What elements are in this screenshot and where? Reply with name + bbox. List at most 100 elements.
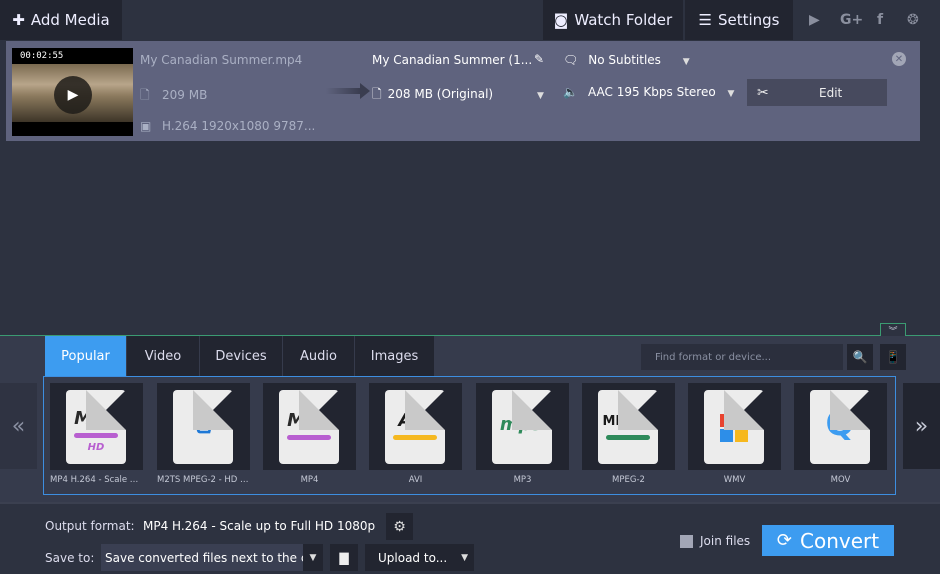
format-item[interactable]: ᗺ M2TS MPEG-2 - HD 7... <box>157 383 250 491</box>
video-thumbnail[interactable]: 00:02:55 ▶ <box>12 48 133 136</box>
format-label: MPEG-2 <box>612 475 645 485</box>
tab-popular[interactable]: Popular <box>45 336 126 376</box>
format-tile: mp3 <box>476 383 569 470</box>
film-reel-icon[interactable]: ❂ <box>907 12 919 28</box>
scissors-icon: ✂ <box>757 84 769 101</box>
format-tile: AVI <box>369 383 462 470</box>
audio-value: AAC 195 Kbps Stereo <box>587 85 716 99</box>
scroll-right-button[interactable]: » <box>903 383 940 469</box>
format-settings-button[interactable]: ⚙ <box>386 513 413 540</box>
format-tabs: Popular Video Devices Audio Images <box>45 336 435 376</box>
mp4-hd-icon: MP4 HD <box>66 390 126 464</box>
output-filename[interactable]: My Canadian Summer (1... <box>372 53 532 67</box>
refresh-icon: ⟳ <box>776 530 792 551</box>
browse-folder-button[interactable]: ▇ <box>330 544 358 571</box>
format-label: M2TS MPEG-2 - HD 7... <box>157 475 250 485</box>
detect-device-button[interactable]: 📱 <box>880 344 906 370</box>
format-tile: Q <box>794 383 887 470</box>
settings-button[interactable]: ☰ Settings <box>685 0 793 40</box>
edit-button[interactable]: ✂ Edit <box>747 79 887 106</box>
speaker-icon: 🔈 <box>563 85 578 99</box>
scroll-left-button[interactable]: « <box>0 383 37 469</box>
mp3-icon: mp3 <box>492 390 552 464</box>
format-label: MP4 <box>300 475 319 485</box>
convert-button[interactable]: ⟳ Convert <box>762 525 894 556</box>
output-size-dropdown[interactable]: 🗋 208 MB (Original) ▼ <box>372 85 544 106</box>
search-button[interactable]: 🔍 <box>847 344 873 370</box>
convert-label: Convert <box>800 528 880 553</box>
play-icon: ▶ <box>67 87 79 103</box>
gear-icon: ⚙ <box>393 518 406 535</box>
play-button[interactable]: ▶ <box>54 76 92 114</box>
arrow-right-icon <box>326 83 370 99</box>
file-icon: 🗋 <box>140 88 150 102</box>
watch-folder-button[interactable]: ◙ Watch Folder <box>543 0 683 40</box>
watch-folder-label: Watch Folder <box>574 11 673 29</box>
chevron-down-icon: ▼ <box>727 89 735 99</box>
facebook-icon[interactable]: f <box>877 12 883 28</box>
output-format-label: Output format: <box>45 519 135 533</box>
format-tile: MPEG2 <box>582 383 675 470</box>
mpeg2-icon: MPEG2 <box>598 390 658 464</box>
collapse-panel-button[interactable]: ︾ <box>880 323 906 337</box>
chevron-down-icon: ▼ <box>536 91 544 101</box>
plus-icon: ✚ <box>12 11 25 29</box>
format-item[interactable]: mp3 MP3 <box>476 383 569 491</box>
add-media-button[interactable]: ✚ Add Media <box>0 0 122 40</box>
speech-bubble-icon: 🗨 <box>563 53 579 67</box>
edit-label: Edit <box>819 85 843 100</box>
bottom-bar: Output format: MP4 H.264 - Scale up to F… <box>0 502 940 574</box>
chevron-down-icon: ▼ <box>309 552 317 563</box>
pencil-icon[interactable]: ✎ <box>534 52 544 66</box>
youtube-icon[interactable]: ▶ <box>809 12 820 28</box>
output-format-value: MP4 H.264 - Scale up to Full HD 1080p <box>143 519 376 533</box>
source-size: 🗋 209 MB <box>140 86 207 107</box>
tab-video[interactable]: Video <box>127 336 199 376</box>
file-icon: 🗋 <box>372 87 382 101</box>
output-size-value: 208 MB (Original) <box>387 87 494 101</box>
media-file-row[interactable]: 00:02:55 ▶ My Canadian Summer.mp4 🗋 209 M… <box>6 41 920 141</box>
format-search-input[interactable]: Find format or device... <box>641 344 843 370</box>
format-tile: MP4 <box>263 383 356 470</box>
settings-label: Settings <box>717 11 780 29</box>
format-label: MP3 <box>513 475 532 485</box>
format-label: MOV <box>830 475 851 485</box>
format-tile: ᗺ <box>157 383 250 470</box>
format-list: MP4 HD MP4 H.264 - Scale up... ᗺ M2TS MP… <box>43 376 896 495</box>
save-to-label: Save to: <box>45 551 95 565</box>
join-files-label[interactable]: Join files <box>700 534 750 548</box>
tab-devices[interactable]: Devices <box>200 336 282 376</box>
format-item[interactable]: WMV <box>688 383 781 491</box>
save-to-dropdown[interactable]: ▼ <box>303 544 323 571</box>
source-codec: ▣ H.264 1920x1080 9787... <box>140 119 315 133</box>
source-size-value: 209 MB <box>162 88 208 102</box>
chevron-down-icon: ▼ <box>682 57 690 67</box>
double-chevron-down-icon: ︾ <box>888 326 898 337</box>
search-icon: 🔍 <box>852 350 868 364</box>
join-files-checkbox[interactable] <box>680 535 693 548</box>
format-item[interactable]: MP4 MP4 <box>263 383 356 491</box>
blu-ray-icon: ᗺ <box>173 390 233 464</box>
tab-audio[interactable]: Audio <box>283 336 354 376</box>
remove-file-button[interactable]: ✕ <box>892 52 906 66</box>
quicktime-icon: Q <box>810 390 870 464</box>
format-item[interactable]: MPEG2 MPEG-2 <box>582 383 675 491</box>
google-plus-icon[interactable]: G+ <box>840 12 863 28</box>
format-item[interactable]: MP4 HD MP4 H.264 - Scale up... <box>50 383 143 491</box>
tab-images[interactable]: Images <box>355 336 434 376</box>
avi-icon: AVI <box>385 390 445 464</box>
audio-dropdown[interactable]: 🔈 AAC 195 Kbps Stereo ▼ <box>563 85 734 99</box>
menu-icon: ☰ <box>698 11 712 29</box>
upload-to-dropdown[interactable]: Upload to... ▼ <box>365 544 474 571</box>
format-label: WMV <box>723 475 746 485</box>
save-to-field[interactable]: Save converted files next to the c <box>101 544 303 571</box>
duration-label: 00:02:55 <box>20 51 64 61</box>
subtitles-dropdown[interactable]: 🗨 No Subtitles ▼ <box>563 53 690 67</box>
subtitles-value: No Subtitles <box>588 53 661 67</box>
film-icon: ▣ <box>140 119 152 133</box>
format-item[interactable]: Q MOV <box>794 383 887 491</box>
format-item[interactable]: AVI AVI <box>369 383 462 491</box>
add-media-label: Add Media <box>30 11 110 29</box>
upload-label: Upload to... <box>378 550 448 565</box>
source-codec-value: H.264 1920x1080 9787... <box>162 119 316 133</box>
